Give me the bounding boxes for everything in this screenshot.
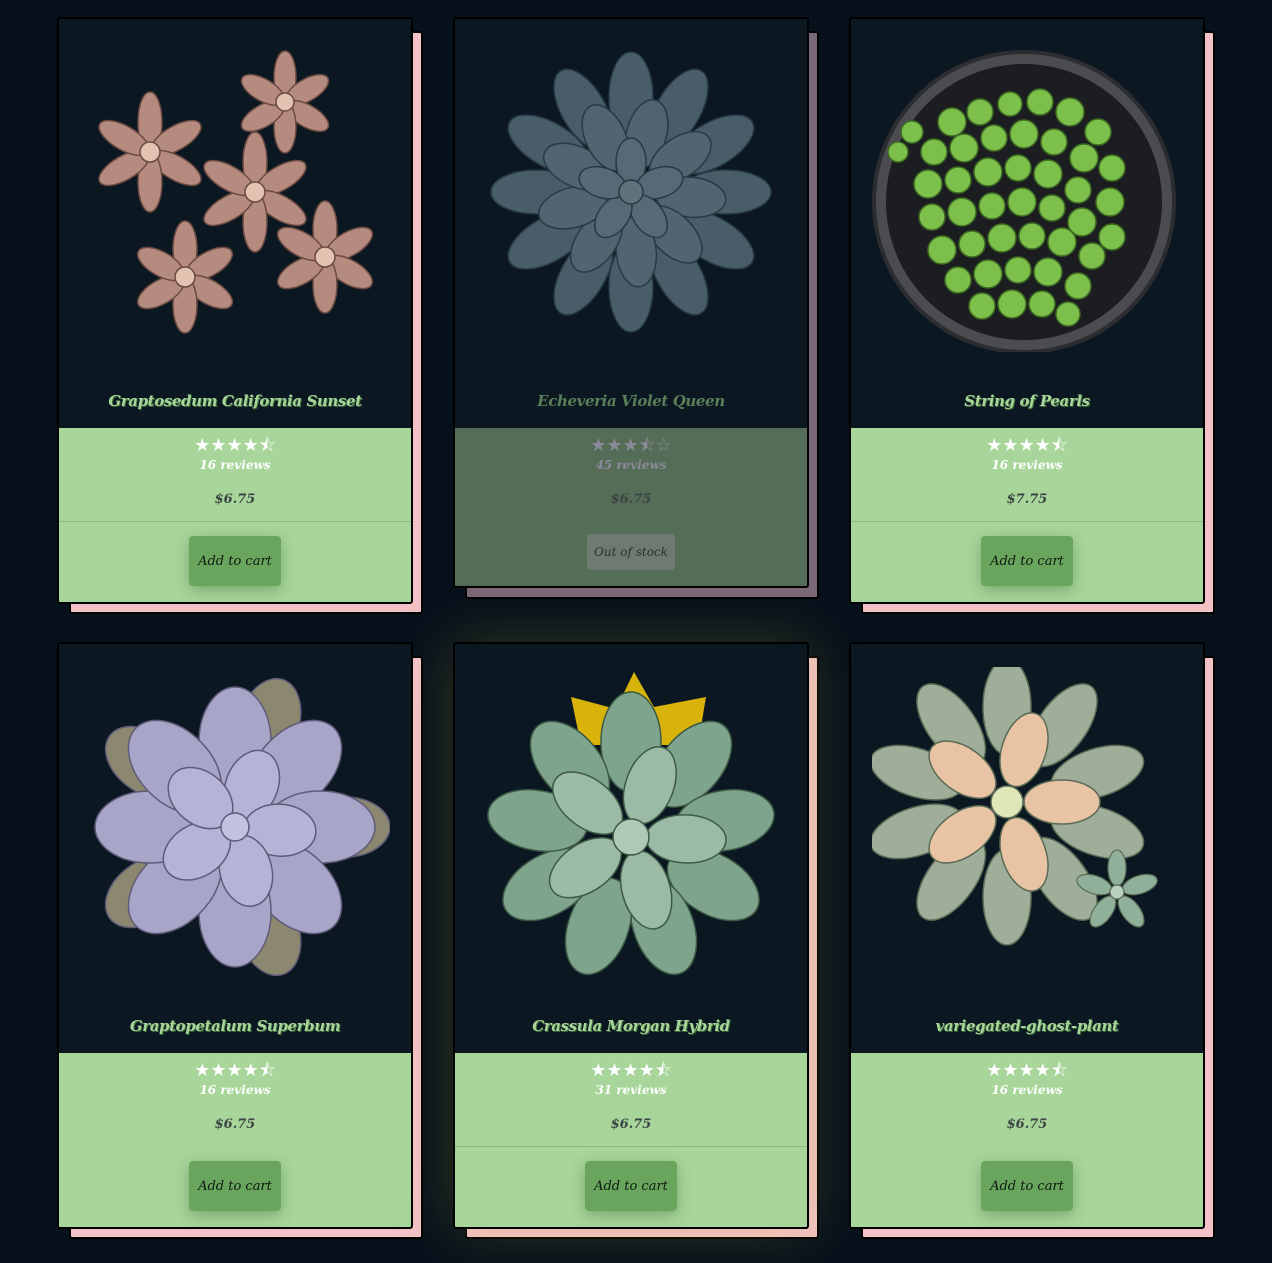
product-card: Crassula Morgan Hybrid ★★★★⯪ 31 reviews …	[453, 642, 819, 1239]
rating-stars: ★★★⯪☆	[590, 435, 672, 456]
product-card-body: Echeveria Violet Queen ★★★⯪☆ 45 reviews …	[453, 17, 809, 588]
rating-stars: ★★★★⯪	[590, 1060, 672, 1081]
product-price: $6.75	[610, 1117, 652, 1132]
review-count[interactable]: 16 reviews	[851, 1083, 1203, 1097]
product-price: $6.75	[610, 492, 652, 507]
string-of-pearls-pot-icon	[872, 49, 1176, 352]
product-info: ★★★★⯪ 16 reviews $6.75 Add to cart	[851, 1053, 1203, 1227]
product-title[interactable]: Graptopetalum Superbum	[59, 999, 411, 1053]
product-price: $6.75	[1006, 1117, 1048, 1132]
product-title[interactable]: variegated-ghost-plant	[851, 999, 1203, 1053]
add-to-cart-button[interactable]: Add to cart	[585, 1161, 677, 1211]
review-count[interactable]: 16 reviews	[59, 458, 411, 472]
product-card: Echeveria Violet Queen ★★★⯪☆ 45 reviews …	[453, 17, 819, 604]
product-image[interactable]	[455, 19, 807, 374]
product-card-body: String of Pearls ★★★★⯪ 16 reviews $7.75 …	[849, 17, 1205, 604]
product-title[interactable]: String of Pearls	[851, 374, 1203, 428]
product-card: Graptosedum California Sunset ★★★★⯪ 16 r…	[57, 17, 423, 614]
add-to-cart-button[interactable]: Add to cart	[981, 536, 1073, 586]
product-image[interactable]	[851, 19, 1203, 374]
product-price: $7.75	[1006, 492, 1048, 507]
review-count[interactable]: 31 reviews	[455, 1083, 807, 1097]
product-title[interactable]: Echeveria Violet Queen	[455, 374, 807, 428]
product-title[interactable]: Crassula Morgan Hybrid	[455, 999, 807, 1053]
divider	[59, 521, 411, 522]
product-card-body: Graptosedum California Sunset ★★★★⯪ 16 r…	[57, 17, 413, 604]
succulent-cluster-icon	[98, 49, 374, 334]
out-of-stock-button: Out of stock	[587, 534, 675, 570]
rating-stars: ★★★★⯪	[986, 435, 1068, 456]
product-image[interactable]	[851, 644, 1203, 999]
product-image[interactable]	[455, 644, 807, 999]
add-to-cart-button[interactable]: Add to cart	[189, 1161, 281, 1211]
rating-stars: ★★★★⯪	[986, 1060, 1068, 1081]
product-price: $6.75	[214, 1117, 256, 1132]
product-card-body: variegated-ghost-plant ★★★★⯪ 16 reviews …	[849, 642, 1205, 1229]
review-count[interactable]: 16 reviews	[59, 1083, 411, 1097]
product-image[interactable]	[59, 19, 411, 374]
product-price: $6.75	[214, 492, 256, 507]
product-info: ★★★⯪☆ 45 reviews $6.75 Out of stock	[455, 428, 807, 586]
review-count[interactable]: 16 reviews	[851, 458, 1203, 472]
product-info: ★★★★⯪ 31 reviews $6.75 Add to cart	[455, 1053, 807, 1227]
product-card-body: Graptopetalum Superbum ★★★★⯪ 16 reviews …	[57, 642, 413, 1229]
product-card: variegated-ghost-plant ★★★★⯪ 16 reviews …	[849, 642, 1215, 1239]
graptopetalum-rosette-icon	[94, 677, 390, 976]
echeveria-rosette-icon	[490, 50, 772, 333]
crassula-hybrid-icon	[487, 671, 775, 975]
rating-stars: ★★★★⯪	[194, 435, 276, 456]
product-card: Graptopetalum Superbum ★★★★⯪ 16 reviews …	[57, 642, 423, 1239]
product-title[interactable]: Graptosedum California Sunset	[59, 374, 411, 428]
divider	[851, 521, 1203, 522]
review-count[interactable]: 45 reviews	[455, 458, 807, 472]
rating-stars: ★★★★⯪	[194, 1060, 276, 1081]
product-card-body: Crassula Morgan Hybrid ★★★★⯪ 31 reviews …	[453, 642, 809, 1229]
product-info: ★★★★⯪ 16 reviews $6.75 Add to cart	[59, 1053, 411, 1227]
ghost-plant-rosette-icon	[872, 666, 1158, 946]
divider	[455, 1146, 807, 1147]
add-to-cart-button[interactable]: Add to cart	[189, 536, 281, 586]
add-to-cart-button[interactable]: Add to cart	[981, 1161, 1073, 1211]
product-image[interactable]	[59, 644, 411, 999]
product-info: ★★★★⯪ 16 reviews $6.75 Add to cart	[59, 428, 411, 602]
product-card: String of Pearls ★★★★⯪ 16 reviews $7.75 …	[849, 17, 1215, 614]
product-grid: Graptosedum California Sunset ★★★★⯪ 16 r…	[57, 17, 1215, 1239]
product-info: ★★★★⯪ 16 reviews $7.75 Add to cart	[851, 428, 1203, 602]
